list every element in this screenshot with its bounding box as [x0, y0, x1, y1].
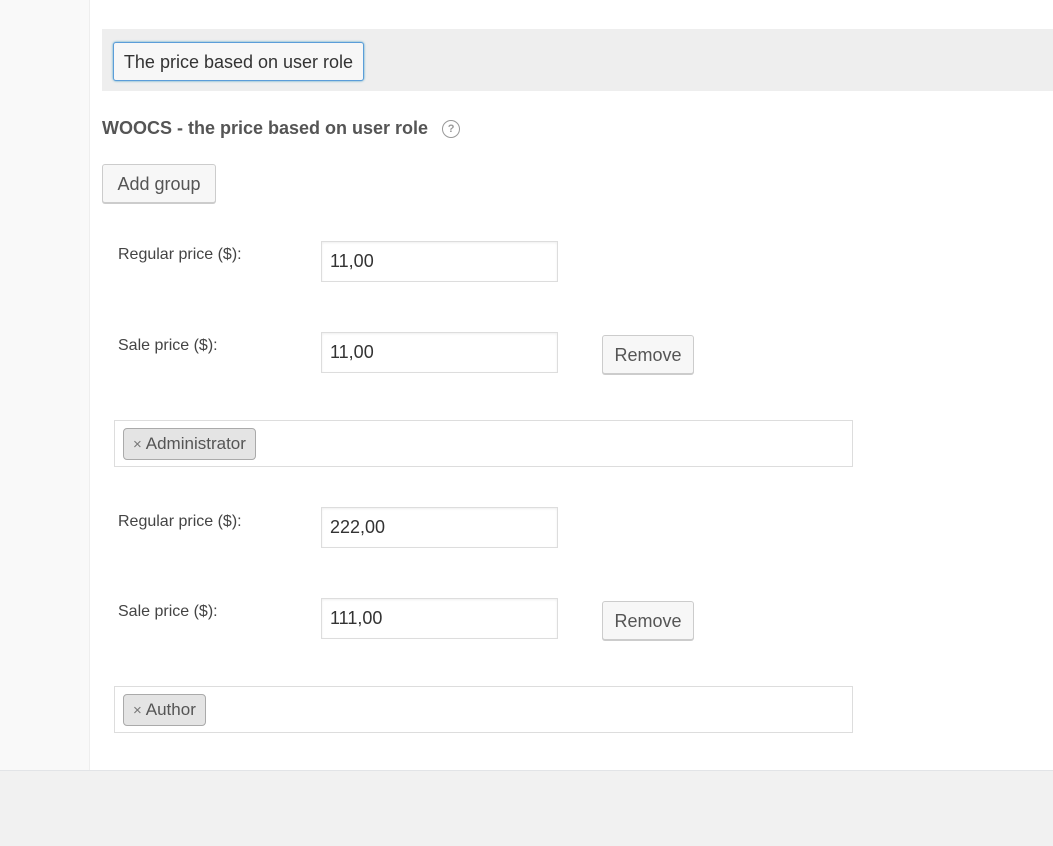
- tab-price-user-role[interactable]: The price based on user role: [113, 42, 364, 81]
- sale-price-input[interactable]: 11,00: [321, 332, 558, 373]
- user-roles-select[interactable]: × Administrator: [114, 420, 853, 467]
- role-chip-label: Author: [145, 700, 196, 719]
- content-panel: [0, 0, 1053, 771]
- sale-price-input[interactable]: 111,00: [321, 598, 558, 639]
- section-title-text: WOOCS - the price based on user role: [102, 118, 429, 138]
- add-group-button[interactable]: Add group: [102, 164, 216, 203]
- remove-group-button[interactable]: Remove: [602, 601, 694, 640]
- regular-price-input[interactable]: 11,00: [321, 241, 558, 282]
- left-gutter: [0, 0, 90, 770]
- section-title: WOOCS - the price based on user role ?: [102, 118, 461, 139]
- sale-price-label: Sale price ($):: [118, 603, 218, 620]
- regular-price-input[interactable]: 222,00: [321, 507, 558, 548]
- sale-price-label: Sale price ($):: [118, 337, 218, 354]
- role-chip-author: × Author: [123, 694, 206, 726]
- regular-price-label: Regular price ($):: [118, 246, 242, 263]
- chip-remove-icon[interactable]: ×: [133, 436, 142, 453]
- chip-remove-icon[interactable]: ×: [133, 702, 142, 719]
- question-circle-icon[interactable]: ?: [442, 119, 461, 138]
- remove-group-button[interactable]: Remove: [602, 335, 694, 374]
- user-roles-select[interactable]: × Author: [114, 686, 853, 733]
- role-chip-administrator: × Administrator: [123, 428, 256, 460]
- regular-price-label: Regular price ($):: [118, 513, 242, 530]
- role-chip-label: Administrator: [145, 434, 246, 453]
